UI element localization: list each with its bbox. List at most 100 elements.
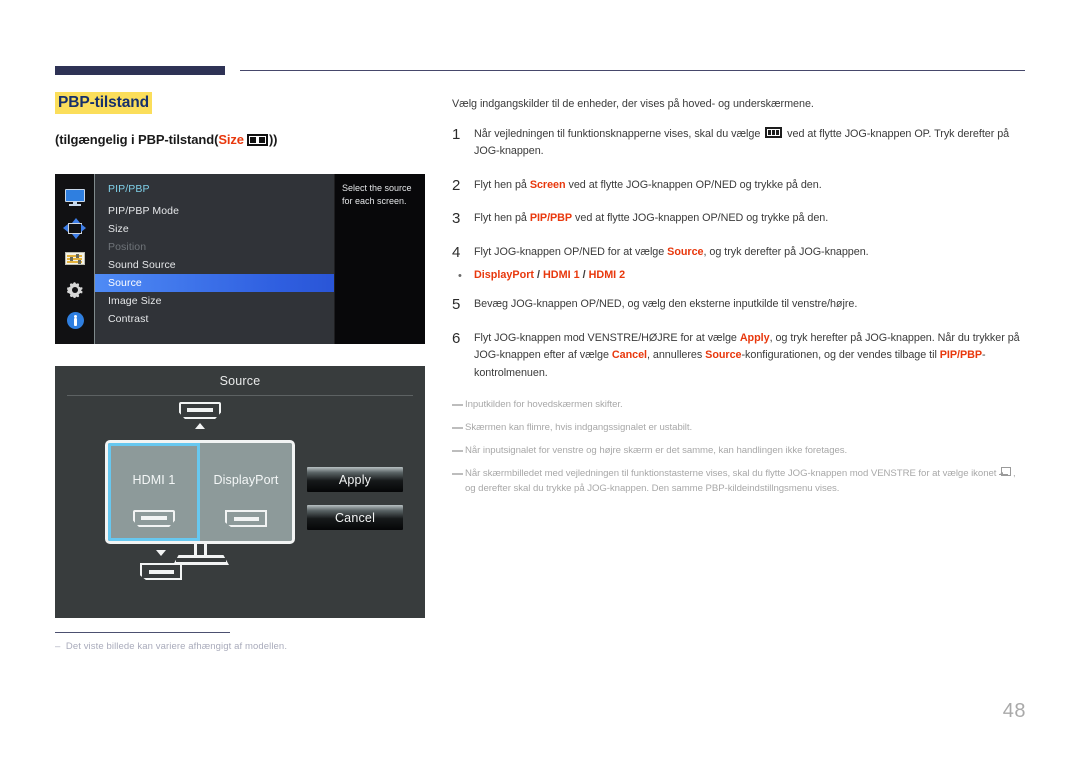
note-dash-icon — [452, 450, 463, 453]
header-bar-thin — [240, 70, 1025, 71]
osd-icon-rail — [55, 174, 94, 344]
pip-pbp-arrows-icon[interactable] — [62, 217, 86, 239]
source-swap-icon — [999, 466, 1012, 478]
step-number: 1 — [452, 126, 461, 143]
step-number: 6 — [452, 329, 461, 347]
gear-icon[interactable] — [64, 280, 86, 299]
osd-label: Contrast — [108, 313, 149, 325]
osd-label: Sound Source — [108, 259, 176, 271]
source-dialog-title: Source — [219, 374, 261, 388]
emphasis-term: Screen — [529, 178, 566, 191]
text-run: , annulleres — [647, 349, 706, 362]
text-run: Når vejledningen til funktionsknapperne … — [474, 128, 764, 140]
left-column: PBP-tilstand (tilgængelig i PBP-tilstand… — [55, 92, 427, 147]
header-rule — [55, 66, 1025, 76]
step-text: Flyt hen på PIP/PBP ved at flytte JOG-kn… — [474, 210, 1028, 227]
availability-size-label: Size — [218, 132, 244, 148]
osd-label: Image Size — [108, 295, 162, 307]
step-text: Flyt JOG-knappen OP/NED for at vælge Sou… — [474, 244, 1028, 261]
text-run: Når skærmbilledet med vejledningen til f… — [465, 467, 1000, 479]
availability-note: (tilgængelig i PBP-tilstand(Size)) — [55, 132, 427, 147]
text-run: -konfigurationen, og der vendes tilbage … — [741, 349, 940, 362]
source-pane-right[interactable]: DisplayPort — [200, 443, 292, 541]
source-pane-left-label: HDMI 1 — [132, 473, 176, 487]
step-text: Flyt hen på Screen ved at flytte JOG-kna… — [474, 177, 1028, 194]
osd-label: Size — [108, 223, 129, 235]
step-text: Når vejledningen til funktionsknapperne … — [474, 126, 1028, 161]
sliders-icon[interactable] — [64, 249, 86, 268]
info-icon[interactable] — [64, 311, 86, 330]
source-pane-left[interactable]: HDMI 1 — [108, 443, 200, 541]
availability-suffix: )) — [268, 132, 278, 148]
step-number: 5 — [452, 296, 461, 314]
note-dash-icon — [452, 472, 463, 475]
step-text: Bevæg JOG-knappen OP/NED, og vælg den ek… — [474, 296, 1028, 313]
note-item: Når skærmbilledet med vejledningen til f… — [452, 466, 1028, 497]
bullet-marker: • — [458, 270, 462, 283]
note-item: Skærmen kan flimre, hvis indgangssignale… — [452, 421, 1028, 436]
source-option: DisplayPort — [474, 269, 534, 282]
notes-list: Inputkilden for hovedskærmen skifter. Skæ… — [452, 398, 1028, 496]
down-arrow-icon — [156, 550, 166, 556]
emphasis-term: Source — [705, 349, 742, 362]
note-dash-icon — [452, 427, 463, 430]
header-bar-thick — [55, 66, 225, 75]
note-text: Inputkilden for hovedskærmen skifter. — [463, 398, 623, 413]
step-item: 4 Flyt JOG-knappen OP/NED for at vælge So… — [452, 244, 1028, 261]
note-text: Når skærmbilledet med vejledningen til f… — [463, 466, 1028, 497]
osd-label: Position — [108, 241, 147, 253]
page-number: 48 — [1002, 700, 1026, 722]
option-separator: / — [579, 269, 589, 282]
text-run: Flyt JOG-knappen mod VENSTRE/HØJRE for a… — [474, 331, 740, 344]
step-item: 2 Flyt hen på Screen ved at flytte JOG-kn… — [452, 177, 1028, 194]
step-number: 4 — [452, 243, 461, 261]
availability-prefix: (tilgængelig i PBP-tilstand( — [55, 132, 219, 148]
monitor-diagram: HDMI 1 DisplayPort Apply Cancel — [55, 400, 425, 612]
emphasis-term: PIP/PBP — [939, 349, 983, 362]
text-run: Flyt hen på — [474, 212, 530, 225]
top-hdmi-connector-icon — [179, 402, 221, 419]
monitor-stand-neck — [194, 544, 207, 555]
step-number: 3 — [452, 210, 461, 228]
monitor-icon[interactable] — [64, 188, 86, 207]
step-item: 5 Bevæg JOG-knappen OP/NED, og vælg den e… — [452, 296, 1028, 313]
pbp-size-icon — [246, 133, 268, 146]
emphasis-term: PIP/PBP — [529, 212, 573, 225]
steps-list: 1 Når vejledningen til funktionsknapperne… — [452, 126, 1028, 382]
up-arrow-icon — [195, 423, 205, 429]
note-item: Inputkilden for hovedskærmen skifter. — [452, 398, 1028, 413]
text-run: Flyt JOG-knappen OP/NED for at vælge — [474, 245, 668, 258]
pbp-three-pane-icon — [765, 127, 783, 138]
text-run: Flyt hen på — [474, 178, 530, 191]
left-footnote: – Det viste billede kan variere afhængig… — [55, 632, 427, 652]
osd-label: Source — [108, 277, 142, 289]
note-item: Når inputsignalet for venstre og højre s… — [452, 444, 1028, 459]
step-item: 3 Flyt hen på PIP/PBP ved at flytte JOG-k… — [452, 210, 1028, 227]
cancel-button[interactable]: Cancel — [307, 505, 403, 530]
source-option: HDMI 2 — [588, 269, 626, 282]
osd-menu-panel: PIP/PBP PIP/PBP Mode On Size Position So… — [94, 174, 425, 344]
source-option: HDMI 1 — [543, 269, 580, 282]
note-dash-icon — [452, 404, 463, 407]
emphasis-term: Source — [667, 245, 704, 258]
monitor-frame: HDMI 1 DisplayPort — [105, 440, 295, 544]
text-run: ved at flytte JOG-knappen OP/NED og tryk… — [572, 212, 829, 225]
displayport-connector-icon — [225, 510, 267, 527]
page-title: PBP-tilstand — [55, 92, 152, 115]
source-options-bullet: • DisplayPort / HDMI 1 / HDMI 2 — [452, 269, 1028, 282]
text-run: Inputkilden for hovedskærmen skifter. — [465, 399, 623, 411]
hdmi-connector-icon — [133, 510, 175, 527]
footnote-label: Det viste billede kan variere afhængigt … — [65, 641, 288, 652]
bottom-displayport-connector-icon — [140, 563, 182, 580]
source-options-text: DisplayPort / HDMI 1 / HDMI 2 — [474, 269, 625, 281]
note-text: Skærmen kan flimre, hvis indgangssignale… — [463, 421, 692, 436]
step-number: 2 — [452, 176, 461, 194]
footnote-text: – Det viste billede kan variere afhængig… — [55, 641, 288, 652]
right-column: Vælg indgangskilder til de enheder, der … — [452, 98, 1028, 505]
apply-button[interactable]: Apply — [307, 467, 403, 492]
source-pane-right-label: DisplayPort — [213, 473, 279, 487]
osd-tooltip: Select the source for each screen. — [334, 174, 425, 344]
text-run: , og tryk derefter på JOG-knappen. — [703, 245, 869, 258]
step-item: 6 Flyt JOG-knappen mod VENSTRE/HØJRE for … — [452, 330, 1028, 382]
source-dialog-screenshot: Source HDMI 1 DisplayPort Apply Cancel — [55, 366, 425, 618]
